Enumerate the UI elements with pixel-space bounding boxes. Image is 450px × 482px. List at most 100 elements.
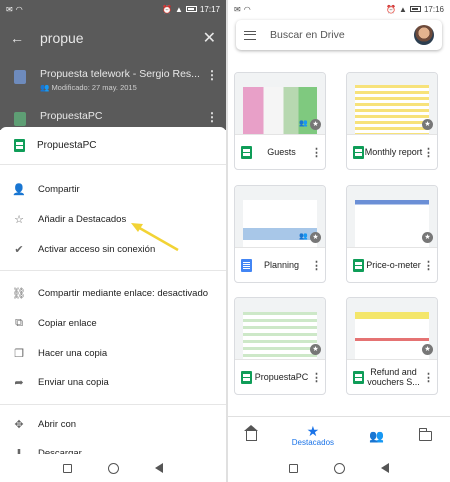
more-options-icon[interactable]: ⋮ xyxy=(423,146,434,159)
search-bar[interactable]: ← propue ✕ xyxy=(0,20,226,56)
sheet-title: PropuestaPC xyxy=(37,140,97,151)
more-options-icon[interactable]: ⋮ xyxy=(311,371,322,384)
shared-icon: 👥 xyxy=(299,233,308,240)
menu-item-destacados[interactable]: ☆ Añadir a Destacados xyxy=(0,208,226,230)
copy-icon: ⧉ xyxy=(15,316,23,329)
status-time: 17:16 xyxy=(423,4,444,14)
file-card-propuestapc[interactable]: ★ PropuestaPC ⋮ xyxy=(234,297,326,395)
more-options-icon[interactable]: ⋮ xyxy=(311,146,322,159)
recents-icon[interactable] xyxy=(289,463,298,473)
more-options-icon[interactable]: ⋮ xyxy=(311,259,322,272)
search-placeholder[interactable]: Buscar en Drive xyxy=(270,29,345,41)
more-options-icon[interactable]: ⋮ xyxy=(206,110,218,124)
shared-icon: 👥 xyxy=(299,120,308,127)
back-icon[interactable] xyxy=(381,463,389,473)
spreadsheet-icon xyxy=(241,370,252,384)
menu-item-copy-link[interactable]: ⧉ Copiar enlace xyxy=(0,312,226,334)
spreadsheet-icon xyxy=(353,258,364,272)
starred-icon: ★ xyxy=(422,232,433,243)
starred-icon: ★ xyxy=(310,119,321,130)
menu-icon[interactable] xyxy=(244,30,256,40)
star-icon: ☆ xyxy=(14,213,24,226)
nav-files[interactable] xyxy=(418,427,433,441)
star-icon: ★ xyxy=(306,422,320,439)
starred-icon: ★ xyxy=(422,119,433,130)
file-card-monthly-report[interactable]: ★ Monthly report ⋮ xyxy=(346,72,438,170)
menu-item-link-sharing[interactable]: ⛓ Compartir mediante enlace: desactivado xyxy=(0,282,226,304)
menu-item-compartir[interactable]: 👤 Compartir xyxy=(0,178,226,200)
sheet-header: PropuestaPC xyxy=(0,127,226,165)
notification-icon: ✉ xyxy=(234,4,241,14)
back-icon[interactable] xyxy=(155,463,163,473)
recents-icon[interactable] xyxy=(63,463,72,473)
result-title: PropuestaPC xyxy=(40,110,103,122)
search-query[interactable]: propue xyxy=(40,30,84,46)
more-options-icon[interactable]: ⋮ xyxy=(423,259,434,272)
file-copy-icon: ❐ xyxy=(14,347,24,360)
file-name: PropuestaPC xyxy=(254,372,309,382)
battery-icon xyxy=(409,6,421,12)
person-add-icon: 👤 xyxy=(12,183,26,196)
nav-shared[interactable]: 👥 xyxy=(369,429,384,443)
home-icon xyxy=(243,424,258,441)
file-name: Refund and vouchers S... xyxy=(367,367,420,387)
status-bar: ✉ ◠ ⏰ ▲ 17:17 xyxy=(0,0,226,18)
menu-item-send-copy[interactable]: ➦ Enviar una copia xyxy=(0,371,226,393)
file-card-planning[interactable]: 👥 ★ Planning ⋮ xyxy=(234,185,326,283)
drive-bottom-nav: ★ Destacados 👥 xyxy=(228,416,450,454)
drive-search-bar[interactable]: Buscar en Drive xyxy=(236,20,442,50)
shared-icon: 👥 xyxy=(40,83,52,92)
file-card-guests[interactable]: 👥 ★ Guests ⋮ xyxy=(234,72,326,170)
signal-icon: ▲ xyxy=(175,4,183,14)
menu-item-open-with[interactable]: ✥ Abrir con xyxy=(0,413,226,435)
more-options-icon[interactable]: ⋮ xyxy=(206,68,218,82)
right-screen: ✉ ◠ ⏰ ▲ 17:16 Buscar en Drive 👥 ★ Guests … xyxy=(228,0,450,482)
divider xyxy=(0,404,226,405)
status-bar: ✉ ◠ ⏰ ▲ 17:16 xyxy=(228,0,450,18)
signal-icon: ▲ xyxy=(399,4,407,14)
system-nav-bar xyxy=(0,454,226,482)
wifi-icon: ◠ xyxy=(15,4,23,14)
notification-icon: ✉ xyxy=(6,4,13,14)
system-nav-bar xyxy=(228,454,450,482)
divider xyxy=(0,270,226,271)
nav-destacados[interactable]: ★ Destacados xyxy=(292,422,334,447)
spreadsheet-icon xyxy=(14,139,25,152)
search-result[interactable]: Propuesta telework - Sergio Res... 👥 Mod… xyxy=(0,58,226,98)
file-name: Guests xyxy=(267,147,296,157)
offline-icon: ✔ xyxy=(14,243,24,256)
shared-icon: 👥 xyxy=(369,428,385,443)
avatar[interactable] xyxy=(414,25,434,45)
left-screen: ✉ ◠ ⏰ ▲ 17:17 ← propue ✕ Propuesta telewo… xyxy=(0,0,226,482)
link-off-icon: ⛓ xyxy=(12,287,26,300)
menu-item-make-copy[interactable]: ❐ Hacer una copia xyxy=(0,342,226,364)
file-name: Planning xyxy=(263,260,300,270)
spreadsheet-icon xyxy=(353,145,364,159)
starred-icon: ★ xyxy=(310,232,321,243)
status-time: 17:17 xyxy=(199,4,220,14)
spreadsheet-icon xyxy=(353,370,364,384)
home-button-icon[interactable] xyxy=(334,462,345,474)
file-name: Price-o-meter xyxy=(366,260,421,270)
doc-file-icon xyxy=(14,70,26,84)
file-name: Monthly report xyxy=(364,147,423,157)
bottom-sheet: PropuestaPC 👤 Compartir ☆ Añadir a Desta… xyxy=(0,127,226,482)
back-arrow-icon[interactable]: ← xyxy=(10,30,24,46)
nav-home[interactable] xyxy=(243,424,258,441)
close-icon[interactable]: ✕ xyxy=(203,28,216,48)
file-card-refund-vouchers[interactable]: ★ Refund and vouchers S... ⋮ xyxy=(346,297,438,395)
spreadsheet-icon xyxy=(241,145,252,159)
document-icon xyxy=(241,258,252,272)
starred-icon: ★ xyxy=(422,344,433,355)
menu-item-offline[interactable]: ✔ Activar acceso sin conexión xyxy=(0,238,226,260)
more-options-icon[interactable]: ⋮ xyxy=(423,371,434,384)
alarm-icon: ⏰ xyxy=(162,4,173,14)
file-card-price-o-meter[interactable]: ★ Price-o-meter ⋮ xyxy=(346,185,438,283)
starred-icon: ★ xyxy=(310,344,321,355)
home-button-icon[interactable] xyxy=(108,462,119,474)
send-icon: ➦ xyxy=(14,376,24,389)
wifi-icon: ◠ xyxy=(243,4,251,14)
sheet-file-icon xyxy=(14,112,26,126)
battery-icon xyxy=(185,6,197,12)
alarm-icon: ⏰ xyxy=(386,4,397,14)
